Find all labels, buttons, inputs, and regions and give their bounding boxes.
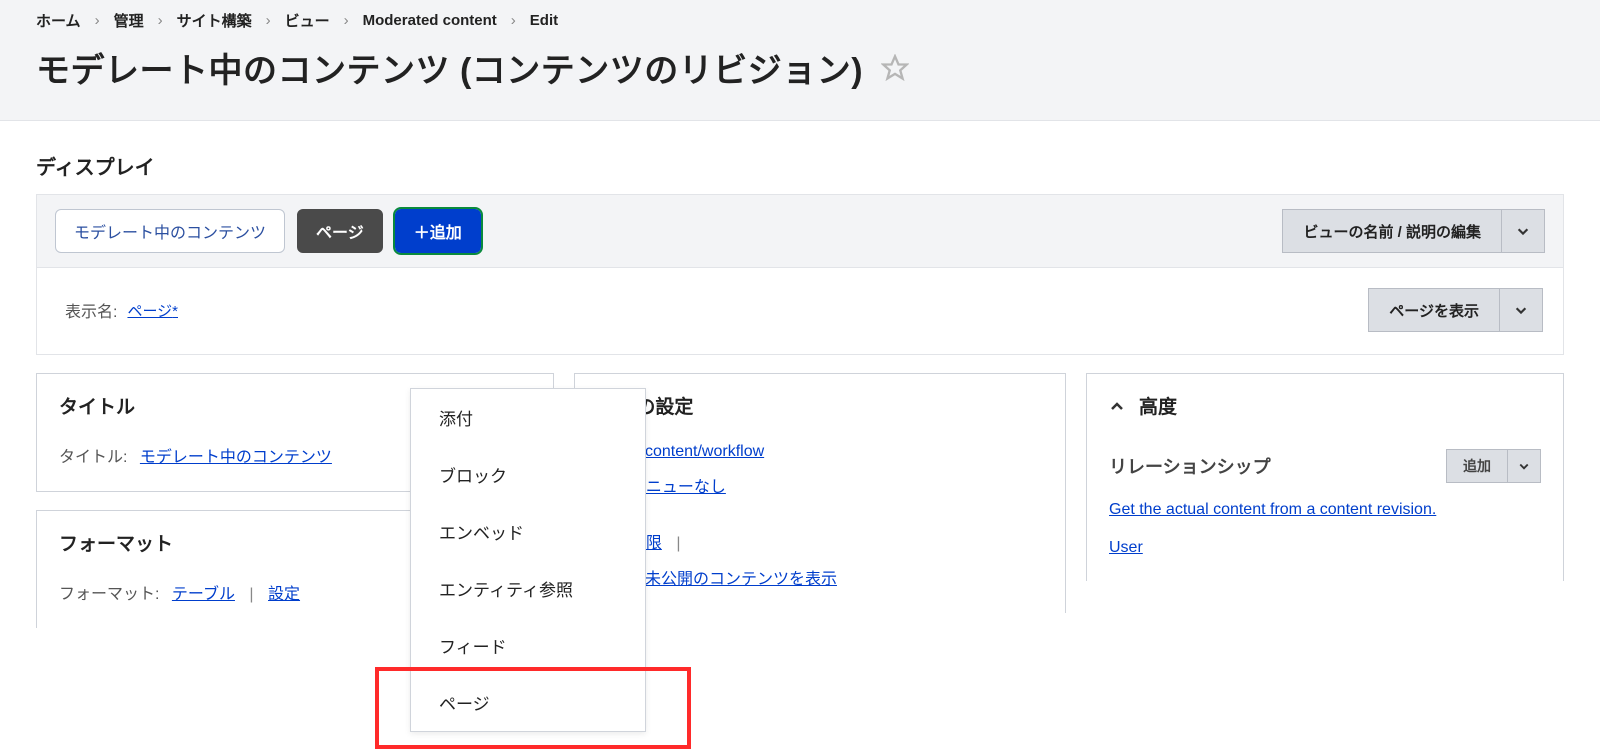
dropdown-item-attachment[interactable]: 添付 bbox=[411, 389, 645, 446]
breadcrumb-admin[interactable]: 管理 bbox=[114, 10, 144, 31]
breadcrumb-sep: › bbox=[266, 12, 271, 29]
show-display-split: ページを表示 bbox=[1368, 288, 1543, 332]
displays-label: ディスプレイ bbox=[36, 151, 1564, 180]
edit-view-name-split: ビューの名前 / 説明の編集 bbox=[1282, 209, 1545, 253]
edit-view-name-button[interactable]: ビューの名前 / 説明の編集 bbox=[1282, 209, 1501, 253]
star-icon[interactable] bbox=[881, 54, 909, 82]
dropdown-item-entity-reference[interactable]: エンティティ参照 bbox=[411, 560, 645, 617]
breadcrumb-moderated[interactable]: Moderated content bbox=[363, 12, 497, 29]
edit-view-name-caret[interactable] bbox=[1501, 209, 1545, 253]
title-value-link[interactable]: モデレート中のコンテンツ bbox=[140, 449, 332, 466]
display-name-link[interactable]: ページ* bbox=[127, 300, 178, 321]
chevron-down-icon bbox=[1514, 303, 1528, 317]
breadcrumb-edit[interactable]: Edit bbox=[530, 12, 558, 29]
chevron-up-icon bbox=[1109, 398, 1125, 414]
relationships-add-split: 追加 bbox=[1446, 449, 1541, 483]
breadcrumb: ホーム › 管理 › サイト構築 › ビュー › Moderated conte… bbox=[36, 10, 1564, 31]
page-settings-header: XXの設定 bbox=[575, 374, 1065, 437]
breadcrumb-home[interactable]: ホーム bbox=[36, 10, 81, 31]
show-display-button[interactable]: ページを表示 bbox=[1368, 288, 1499, 332]
relationship-link-2[interactable]: User bbox=[1109, 539, 1143, 556]
advanced-panel-header[interactable]: 高度 bbox=[1087, 374, 1563, 437]
advanced-panel: 高度 リレーションシップ 追加 Get the actual content bbox=[1086, 373, 1564, 581]
show-display-caret[interactable] bbox=[1499, 288, 1543, 332]
display-name-row: 表示名: ページ* ページを表示 bbox=[36, 268, 1564, 355]
dropdown-item-page[interactable]: ページ bbox=[411, 674, 645, 731]
add-display-button[interactable]: ＋追加 bbox=[395, 209, 481, 253]
breadcrumb-sep: › bbox=[511, 12, 516, 29]
dropdown-item-feed[interactable]: フィード bbox=[411, 617, 645, 674]
relationships-add-caret[interactable] bbox=[1507, 449, 1541, 483]
breadcrumb-structure[interactable]: サイト構築 bbox=[177, 10, 252, 31]
page-settings-panel: XXの設定 admin/content/workflow ー: メニューなし ス… bbox=[574, 373, 1066, 613]
breadcrumb-sep: › bbox=[95, 12, 100, 29]
display-tabs-bar: モデレート中のコンテンツ ページ ＋追加 ビューの名前 / 説明の編集 bbox=[36, 194, 1564, 268]
tab-default-display[interactable]: モデレート中のコンテンツ bbox=[55, 209, 285, 253]
format-settings-link[interactable]: 設定 bbox=[268, 586, 300, 603]
chevron-down-icon bbox=[1518, 460, 1530, 472]
title-label: タイトル: bbox=[59, 449, 127, 466]
relationship-link-1[interactable]: Get the actual content from a content re… bbox=[1109, 501, 1436, 518]
chevron-down-icon bbox=[1516, 224, 1530, 238]
display-name-label: 表示名: bbox=[65, 298, 117, 322]
breadcrumb-sep: › bbox=[158, 12, 163, 29]
breadcrumb-views[interactable]: ビュー bbox=[285, 10, 330, 31]
format-label: フォーマット: bbox=[59, 586, 159, 603]
dropdown-item-embed[interactable]: エンベッド bbox=[411, 503, 645, 560]
dropdown-item-block[interactable]: ブロック bbox=[411, 446, 645, 503]
page-title: モデレート中のコンテンツ (コンテンツのリビジョン) bbox=[36, 43, 863, 92]
tab-page-display[interactable]: ページ bbox=[297, 209, 383, 253]
format-value-link[interactable]: テーブル bbox=[172, 586, 235, 603]
relationships-heading: リレーションシップ bbox=[1109, 453, 1271, 479]
add-display-dropdown: 添付 ブロック エンベッド エンティティ参照 フィード ページ bbox=[410, 388, 646, 732]
breadcrumb-sep: › bbox=[344, 12, 349, 29]
relationships-add-button[interactable]: 追加 bbox=[1446, 449, 1507, 483]
